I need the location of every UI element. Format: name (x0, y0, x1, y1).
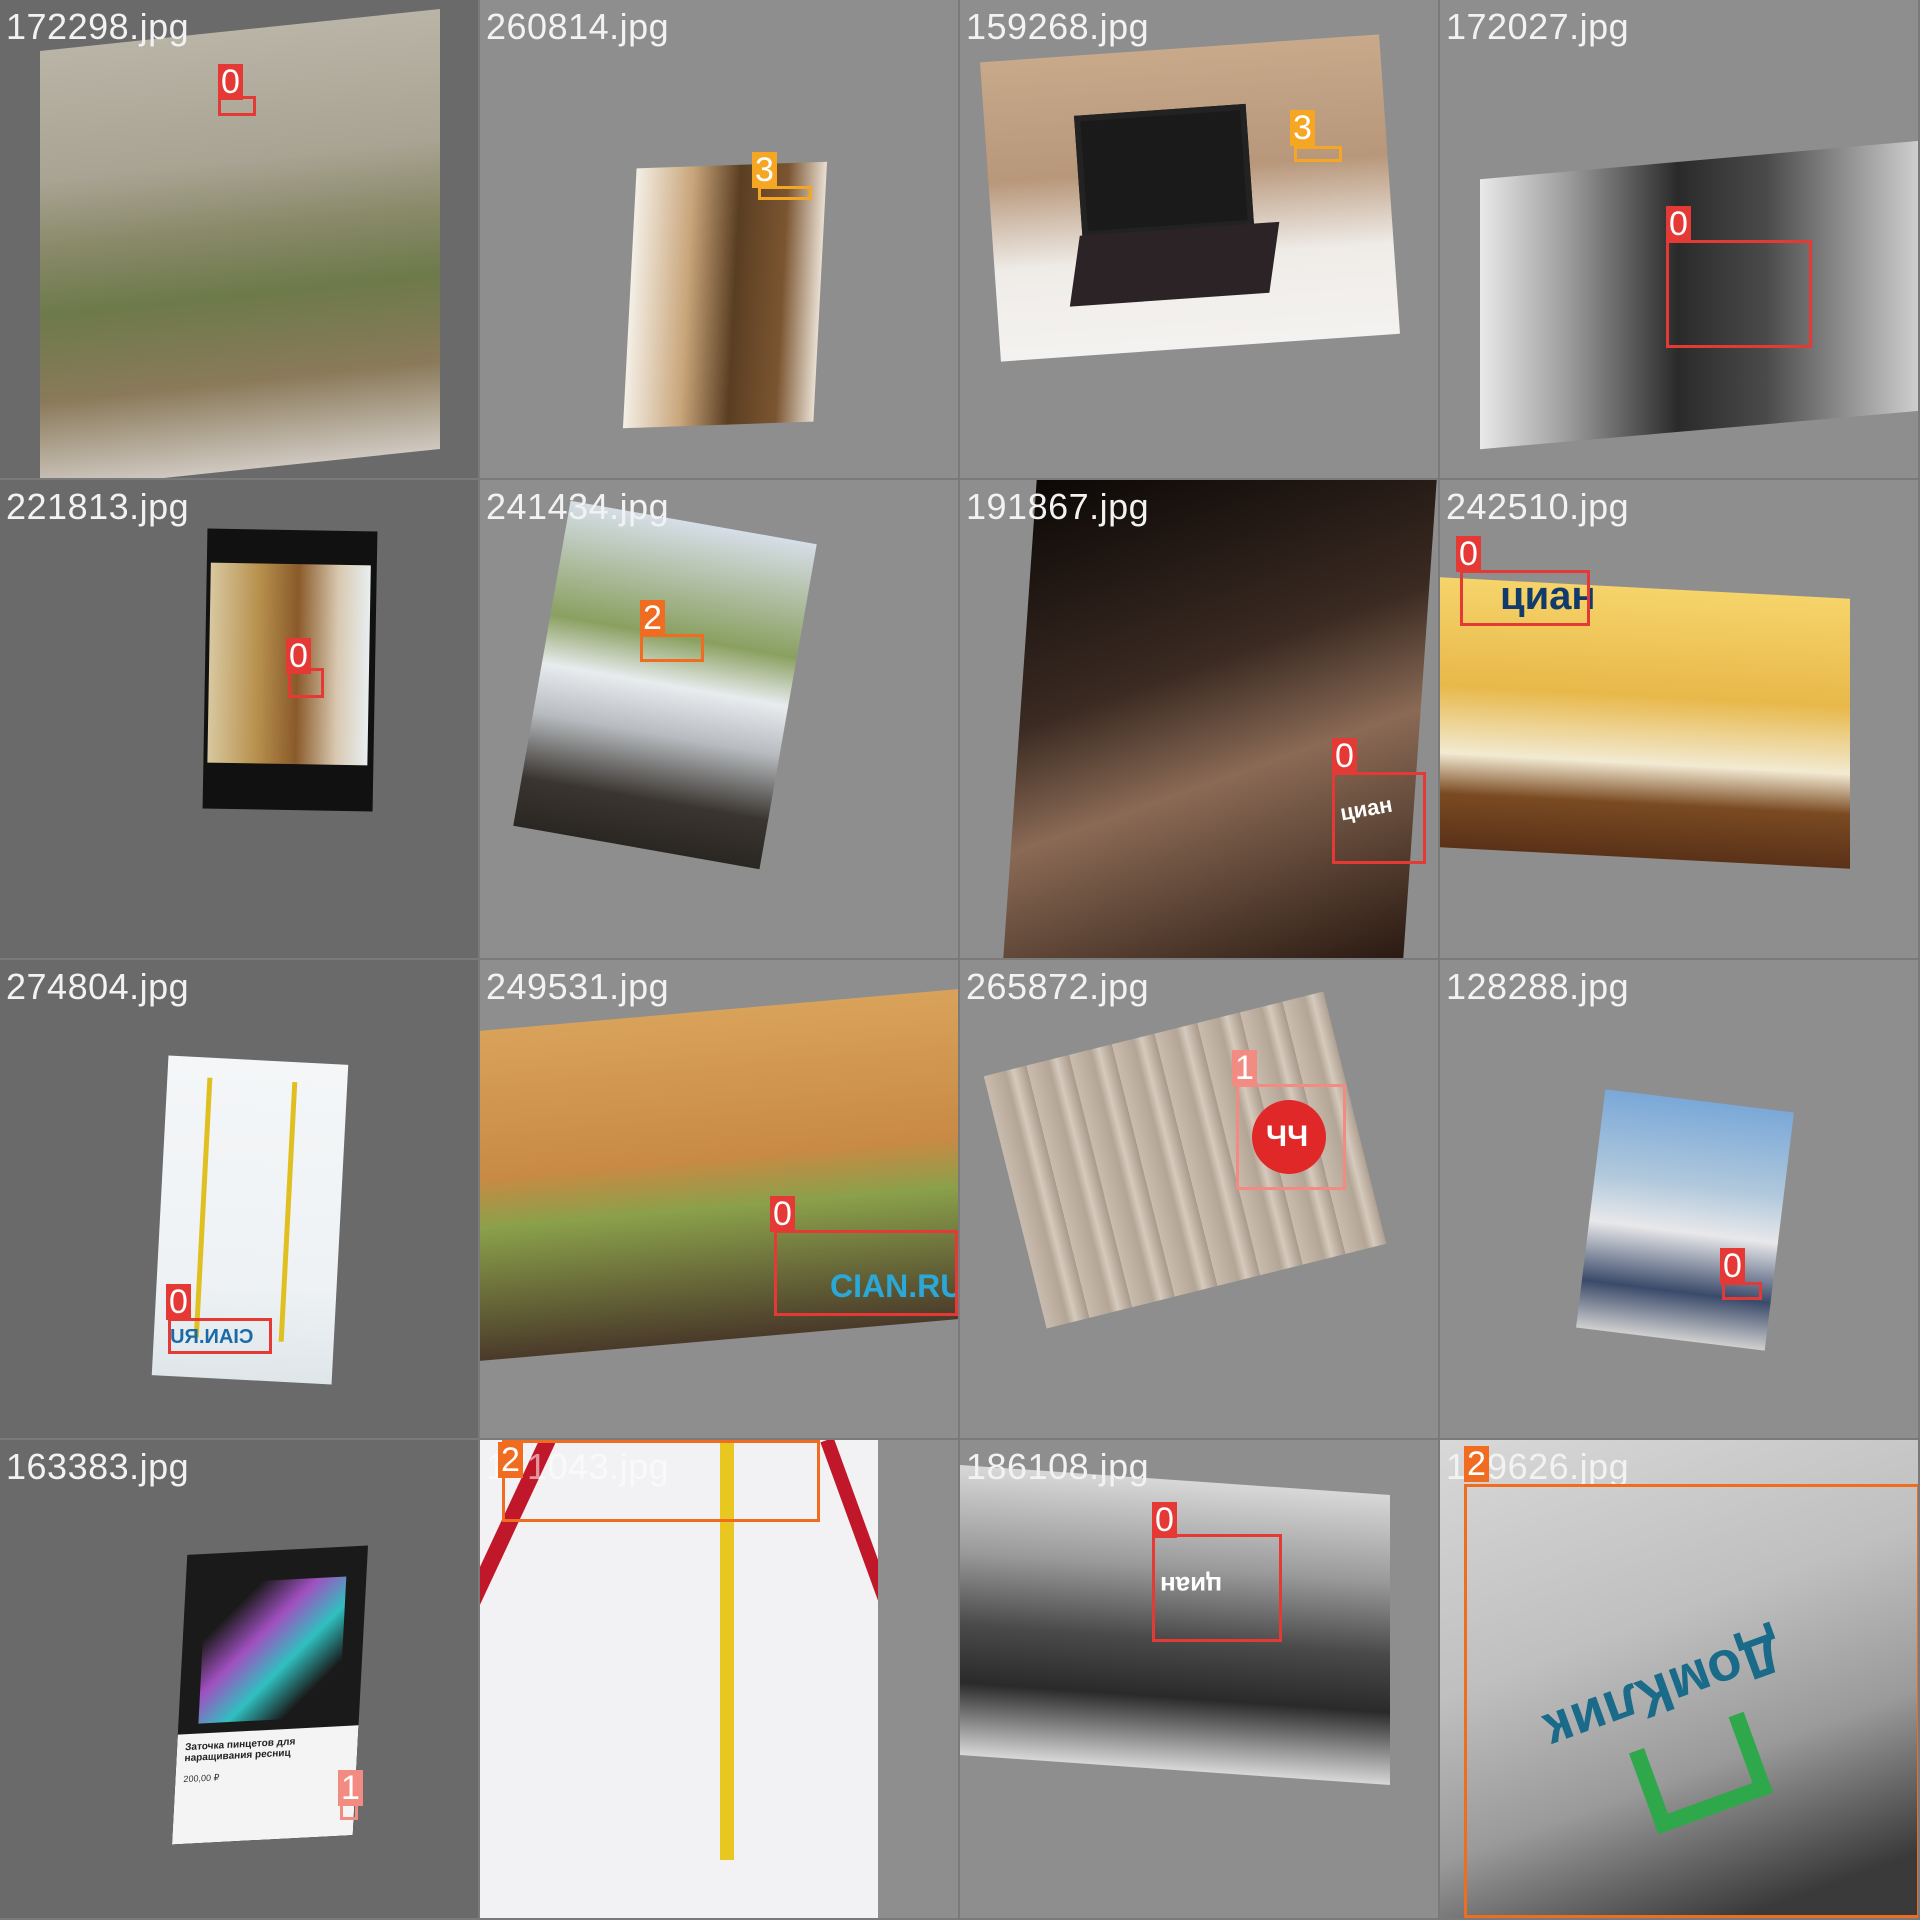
filename-label: 186108.jpg (966, 1446, 1150, 1487)
detection-box (1460, 570, 1590, 626)
detection-label: 1 (1232, 1050, 1257, 1086)
detection-label: 0 (1332, 738, 1357, 774)
filename-label: 265872.jpg (966, 966, 1150, 1007)
detection-label: 0 (1720, 1248, 1745, 1284)
detection-label: 2 (1464, 1446, 1489, 1482)
scaffold-frame (193, 1077, 298, 1342)
filename-label: 172298.jpg (6, 6, 190, 47)
mosaic-grid: 0 172298.jpg 3 260814.jpg 3 159268.jpg 0… (0, 0, 1920, 1920)
detection-label: 3 (752, 152, 777, 188)
tile-11[interactable]: ЧЧ 1 265872.jpg (960, 960, 1438, 1438)
detection-label: 0 (770, 1196, 795, 1232)
filename-label: 163383.jpg (6, 1446, 190, 1487)
filename-label: 172027.jpg (1446, 6, 1630, 47)
detection-box (1152, 1534, 1282, 1642)
detection-box (640, 634, 704, 662)
tile-4[interactable]: 0 172027.jpg (1440, 0, 1918, 478)
detection-label: 3 (1290, 110, 1315, 146)
tile-10[interactable]: CIAN.RU 0 249531.jpg (480, 960, 958, 1438)
filename-label: 128288.jpg (1446, 966, 1630, 1007)
tile-7[interactable]: циан 0 191867.jpg (960, 480, 1438, 958)
tile-6[interactable]: 2 241434.jpg (480, 480, 958, 958)
tile-16[interactable]: ДомКлик 2 129626.jpg (1440, 1440, 1918, 1918)
tile-13[interactable]: Заточка пинцетов для наращивания ресниц … (0, 1440, 478, 1918)
laptop-keyboard (1069, 221, 1280, 307)
filename-label: 260814.jpg (486, 6, 670, 47)
tile-2[interactable]: 3 260814.jpg (480, 0, 958, 478)
detection-box (774, 1230, 958, 1316)
tile-15[interactable]: циан 0 186108.jpg (960, 1440, 1438, 1918)
tile-5[interactable]: 0 221813.jpg (0, 480, 478, 958)
filename-label: 249531.jpg (486, 966, 670, 1007)
tile-12[interactable]: 0 128288.jpg (1440, 960, 1918, 1438)
tile-14[interactable]: 2 171043.jpg (480, 1440, 958, 1918)
photo (622, 161, 828, 429)
detection-label: 0 (218, 64, 243, 100)
filename-label: 274804.jpg (6, 966, 190, 1007)
detection-box (168, 1318, 272, 1354)
detection-box (1236, 1084, 1346, 1190)
filename-label: 191867.jpg (966, 486, 1150, 527)
detection-label: 2 (498, 1442, 523, 1478)
detection-box (1666, 240, 1812, 348)
tile-8[interactable]: циан 0 242510.jpg (1440, 480, 1918, 958)
laptop-screen (1073, 103, 1255, 238)
detection-box (1332, 772, 1426, 864)
filename-label: 242510.jpg (1446, 486, 1630, 527)
detection-label: 0 (1152, 1502, 1177, 1538)
detection-box (1294, 146, 1342, 162)
photo (1576, 1089, 1794, 1351)
detection-label: 2 (640, 600, 665, 636)
filename-label: 221813.jpg (6, 486, 190, 527)
tile-9[interactable]: CIAN.RU 0 274804.jpg (0, 960, 478, 1438)
detection-label: 0 (1456, 536, 1481, 572)
listing-price: 200,00 ₽ (183, 1772, 220, 1785)
photo (1003, 480, 1437, 958)
tweezers-image (198, 1576, 347, 1724)
listing-title: Заточка пинцетов для наращивания ресниц (184, 1736, 296, 1765)
tile-3[interactable]: 3 159268.jpg (960, 0, 1438, 478)
detection-label: 0 (286, 638, 311, 674)
filename-label: 241434.jpg (486, 486, 670, 527)
photo (513, 500, 817, 870)
filename-label: 159268.jpg (966, 6, 1150, 47)
detection-box (1464, 1484, 1918, 1918)
scaffold-red-bar-2 (820, 1440, 878, 1838)
tile-1[interactable]: 0 172298.jpg (0, 0, 478, 478)
photo (980, 34, 1400, 362)
detection-label: 0 (1666, 206, 1691, 242)
detection-box (502, 1440, 820, 1522)
detection-label: 0 (166, 1284, 191, 1320)
detection-label: 1 (338, 1770, 363, 1806)
listing-card: Заточка пинцетов для наращивания ресниц … (171, 1725, 359, 1845)
